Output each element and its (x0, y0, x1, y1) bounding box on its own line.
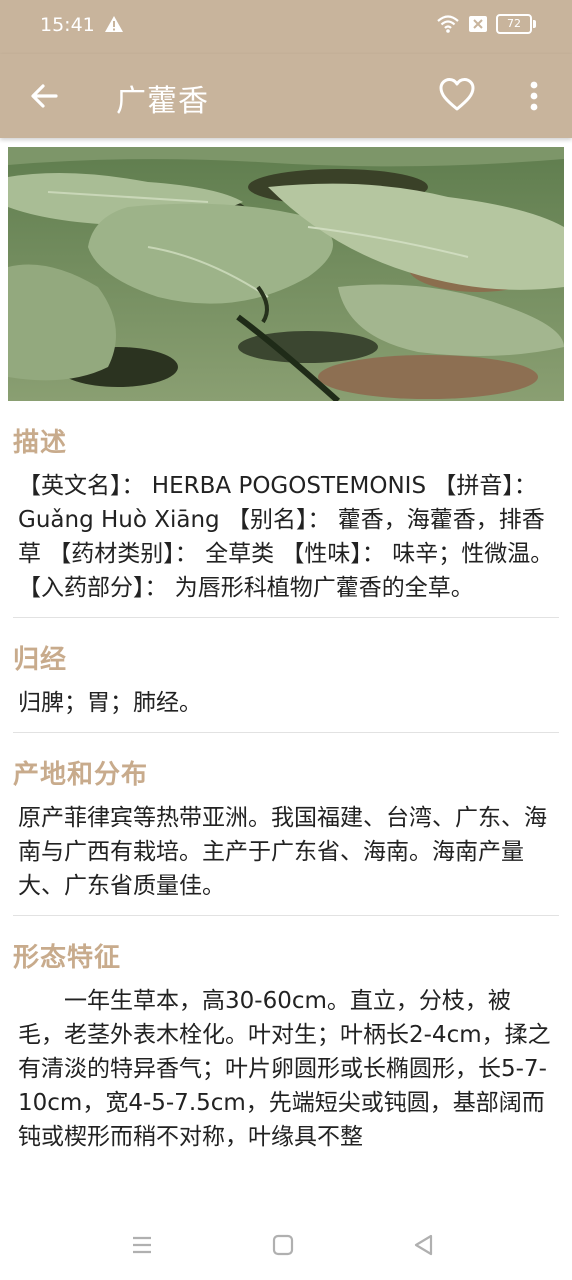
back-icon[interactable] (409, 1230, 439, 1260)
more-vert-icon[interactable] (520, 78, 548, 114)
app-toolbar: 广藿香 (0, 54, 572, 138)
section-title: 归经 (13, 645, 68, 675)
page-title: 广藿香 (116, 84, 209, 119)
herb-photo-art (8, 147, 564, 401)
warning-icon (105, 16, 123, 32)
section-title: 产地和分布 (13, 760, 149, 790)
sim-off-icon (469, 16, 487, 32)
status-time: 15:41 (40, 14, 95, 36)
content-scroll[interactable]: 描述 【英文名】： HERBA POGOSTEMONIS 【拼音】： Guǎng… (0, 401, 572, 1209)
section-meridian: 归经 归脾；胃；肺经。 (0, 618, 572, 732)
status-icons: 72 (436, 14, 536, 34)
section-origin: 产地和分布 原产菲律宾等热带亚洲。我国福建、台湾、广东、海南与广西有栽培。主产于… (0, 733, 572, 915)
section-body: 一年生草本，高30-60cm。直立，分枝，被毛，老茎外表木栓化。叶对生；叶柄长2… (18, 988, 551, 1150)
section-body: 【英文名】： HERBA POGOSTEMONIS 【拼音】： Guǎng Hu… (18, 473, 554, 601)
heart-icon[interactable] (438, 76, 476, 114)
section-body: 原产菲律宾等热带亚洲。我国福建、台湾、广东、海南与广西有栽培。主产于广东省、海南… (18, 805, 547, 899)
section-morphology: 形态特征 一年生草本，高30-60cm。直立，分枝，被毛，老茎外表木栓化。叶对生… (0, 916, 572, 1166)
section-title: 描述 (13, 428, 68, 458)
menu-icon[interactable] (127, 1230, 157, 1260)
home-icon[interactable] (268, 1230, 298, 1260)
system-nav-bar (0, 1210, 572, 1280)
herb-photo (8, 147, 564, 401)
status-bar: 15:41 72 (0, 0, 572, 54)
wifi-icon (437, 15, 459, 33)
section-description: 描述 【英文名】： HERBA POGOSTEMONIS 【拼音】： Guǎng… (0, 401, 572, 617)
section-body: 归脾；胃；肺经。 (18, 690, 202, 716)
section-title: 形态特征 (13, 943, 122, 973)
battery-icon: 72 (496, 14, 536, 34)
battery-level: 72 (507, 17, 521, 30)
back-arrow-icon[interactable] (26, 78, 62, 114)
